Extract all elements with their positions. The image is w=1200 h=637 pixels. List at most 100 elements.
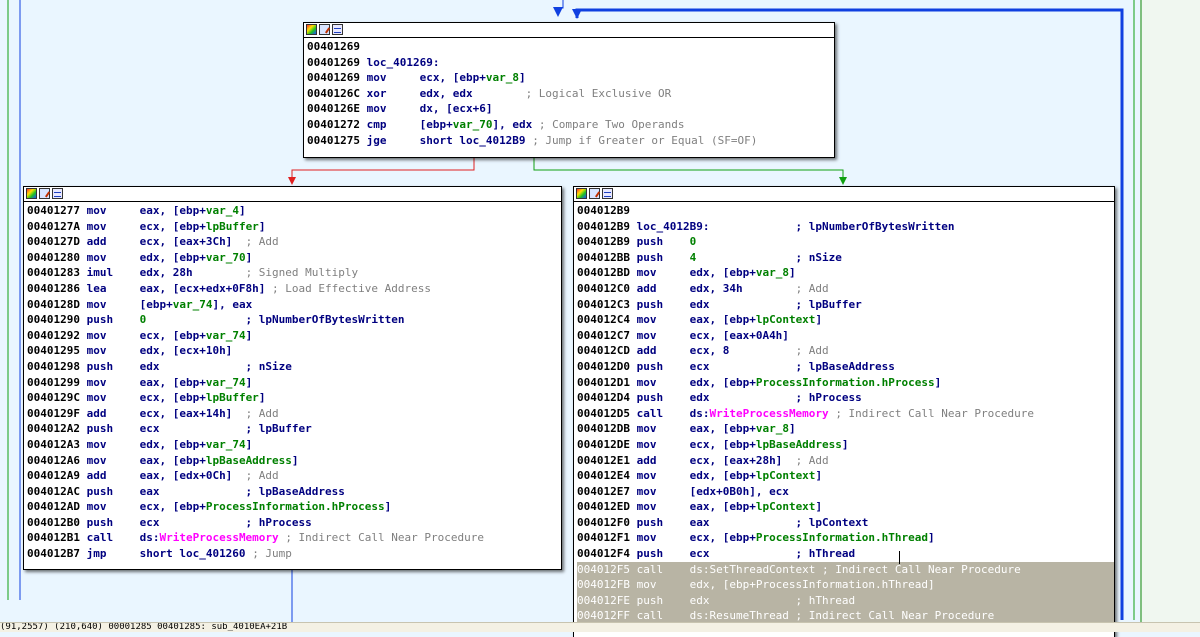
instruction-api-name[interactable]: WriteProcessMemory <box>159 531 278 544</box>
instruction-variable[interactable]: var_8 <box>756 266 789 279</box>
instruction-variable[interactable]: var_74 <box>206 329 246 342</box>
instruction-variable[interactable]: ProcessInformation.hProcess <box>756 376 935 389</box>
instruction-variable[interactable]: lpContext <box>756 500 816 513</box>
instruction-line[interactable]: 004012B0 push ecx ; hProcess <box>27 515 561 531</box>
instruction-variable[interactable]: ProcessInformation.hProcess <box>206 500 385 513</box>
instruction-variable[interactable]: lpBuffer <box>206 391 259 404</box>
instruction-line[interactable]: 004012C7 mov ecx, [eax+0A4h] <box>577 328 1114 344</box>
instruction-line[interactable]: 004012F0 push eax ; lpContext <box>577 515 1114 531</box>
instruction-line[interactable]: 00401277 mov eax, [ebp+var_4] <box>27 203 561 219</box>
instruction-line[interactable]: 00401299 mov eax, [ebp+var_74] <box>27 375 561 391</box>
instruction-line[interactable]: 004012BB push 4 ; nSize <box>577 250 1114 266</box>
instruction-variable[interactable]: ProcessInformation.hThread <box>756 531 928 544</box>
instruction-line[interactable]: 004012E7 mov [edx+0B0h], ecx <box>577 484 1114 500</box>
instruction-line[interactable]: 004012AD mov ecx, [ebp+ProcessInformatio… <box>27 499 561 515</box>
instruction-line[interactable]: 00401292 mov ecx, [ebp+var_74] <box>27 328 561 344</box>
instruction-variable[interactable]: var_70 <box>206 251 246 264</box>
instruction-line[interactable]: 0040126E mov dx, [ecx+6] <box>307 101 834 117</box>
instruction-variable[interactable]: var_8 <box>756 422 789 435</box>
instruction-variable[interactable]: lpBaseAddress <box>206 454 292 467</box>
instruction-comment: ; Add <box>245 235 279 249</box>
instruction-line[interactable]: 00401280 mov edx, [ebp+var_70] <box>27 250 561 266</box>
edit-node-icon[interactable] <box>319 24 330 35</box>
instruction-line[interactable]: 004012B9 <box>577 203 1114 219</box>
instruction-line[interactable]: 004012DB mov eax, [ebp+var_8] <box>577 421 1114 437</box>
instruction-line[interactable]: 004012D5 call ds:WriteProcessMemory ; In… <box>577 406 1114 422</box>
instruction-variable[interactable]: var_4 <box>206 204 239 217</box>
instruction-line[interactable]: 004012A3 mov edx, [ebp+var_74] <box>27 437 561 453</box>
instruction-operands: eax, [ebp+ <box>139 375 206 389</box>
instruction-line[interactable]: 004012B7 jmp short loc_401260 ; Jump <box>27 546 561 562</box>
instruction-variable[interactable]: var_8 <box>486 71 519 84</box>
instruction-api-name[interactable]: WriteProcessMemory <box>709 407 828 420</box>
graph-view-canvas[interactable]: 00401269 00401269 loc_401269: 00401269 mov… <box>0 0 1200 637</box>
instruction-line[interactable]: 004012A9 add eax, [edx+0Ch] ; Add <box>27 468 561 484</box>
instruction-line[interactable]: 0040127D add ecx, [eax+3Ch] ; Add <box>27 234 561 250</box>
instruction-line[interactable]: 00401290 push 0 ; lpNumberOfBytesWritten <box>27 312 561 328</box>
instruction-address: 004012FE <box>577 593 637 607</box>
instruction-line[interactable]: 004012FB mov edx, [ebp+ProcessInformatio… <box>577 577 1114 593</box>
instruction-variable[interactable]: var_74 <box>173 298 213 311</box>
instruction-line[interactable]: 00401269 loc_401269: <box>307 55 834 71</box>
instruction-line[interactable]: 004012D0 push ecx ; lpBaseAddress <box>577 359 1114 375</box>
instruction-address: 00401269 <box>307 55 367 69</box>
instruction-line[interactable]: 004012B1 call ds:WriteProcessMemory ; In… <box>27 530 561 546</box>
instruction-line[interactable]: 004012FE push edx ; hThread <box>577 592 1114 609</box>
instruction-line[interactable]: 0040129C mov ecx, [ebp+lpBuffer] <box>27 390 561 406</box>
instruction-line[interactable]: 0040127A mov ecx, [ebp+lpBuffer] <box>27 219 561 235</box>
instruction-variable[interactable]: lpBuffer <box>206 220 259 233</box>
instruction-line[interactable]: 004012A6 mov eax, [ebp+lpBaseAddress] <box>27 453 561 469</box>
color-palette-icon[interactable] <box>306 24 317 35</box>
instruction-line[interactable]: 004012CD add ecx, 8 ; Add <box>577 343 1114 359</box>
instruction-variable[interactable]: lpContext <box>756 313 816 326</box>
instruction-variable[interactable]: var_74 <box>206 376 246 389</box>
group-nodes-icon[interactable] <box>602 188 613 199</box>
instruction-variable[interactable]: lpBaseAddress <box>756 438 842 451</box>
instruction-line[interactable]: 0040128D mov [ebp+var_74], eax <box>27 297 561 313</box>
instruction-line[interactable]: 004012B9 push 0 <box>577 234 1114 250</box>
instruction-operands: edx ; hProcess <box>689 391 862 405</box>
instruction-line[interactable]: 004012C3 push edx ; lpBuffer <box>577 297 1114 313</box>
group-nodes-icon[interactable] <box>332 24 343 35</box>
instruction-line[interactable]: 004012C0 add edx, 34h ; Add <box>577 281 1114 297</box>
instruction-variable[interactable]: lpContext <box>756 469 816 482</box>
group-nodes-icon[interactable] <box>52 188 63 199</box>
instruction-line[interactable]: 004012BD mov edx, [ebp+var_8] <box>577 265 1114 281</box>
instruction-line[interactable]: 004012DE mov ecx, [ebp+lpBaseAddress] <box>577 437 1114 453</box>
instruction-line[interactable]: 00401298 push edx ; nSize <box>27 359 561 375</box>
instruction-line[interactable]: 004012E4 mov edx, [ebp+lpContext] <box>577 468 1114 484</box>
color-palette-icon[interactable] <box>576 188 587 199</box>
instruction-line[interactable]: 0040129F add ecx, [eax+14h] ; Add <box>27 406 561 422</box>
instruction-line[interactable]: 004012D1 mov edx, [ebp+ProcessInformatio… <box>577 375 1114 391</box>
code-block-loc-401269[interactable]: 00401269 00401269 loc_401269: 00401269 mov… <box>303 22 835 158</box>
instruction-line[interactable]: 004012E1 add ecx, [eax+28h] ; Add <box>577 453 1114 469</box>
instruction-label[interactable]: loc_4012B9: <box>637 220 710 233</box>
instruction-line[interactable]: 00401286 lea eax, [ecx+edx+0F8h] ; Load … <box>27 281 561 297</box>
instruction-line[interactable]: 0040126C xor edx, edx ; Logical Exclusiv… <box>307 86 834 102</box>
instruction-line[interactable]: 00401269 mov ecx, [ebp+var_8] <box>307 70 834 86</box>
instruction-line[interactable]: 00401269 <box>307 39 834 55</box>
instruction-label[interactable]: loc_401269: <box>367 56 440 69</box>
instruction-line[interactable]: 004012ED mov eax, [ebp+lpContext] <box>577 499 1114 515</box>
code-block-00401277[interactable]: 00401277 mov eax, [ebp+var_4] 0040127A mo… <box>23 186 562 570</box>
instruction-operands: short loc_401260 <box>139 547 253 561</box>
instruction-line[interactable]: 004012F5 call ds:SetThreadContext ; Indi… <box>577 561 1114 578</box>
instruction-line[interactable]: 004012A2 push ecx ; lpBuffer <box>27 421 561 437</box>
instruction-line[interactable]: 00401283 imul edx, 28h ; Signed Multiply <box>27 265 561 281</box>
instruction-line[interactable]: 00401275 jge short loc_4012B9 ; Jump if … <box>307 133 834 149</box>
instruction-line[interactable]: 004012C4 mov eax, [ebp+lpContext] <box>577 312 1114 328</box>
graph-overview-panel[interactable] <box>1140 0 1200 622</box>
instruction-variable[interactable]: var_74 <box>206 438 246 451</box>
instruction-line[interactable]: 004012D4 push edx ; hProcess <box>577 390 1114 406</box>
instruction-line[interactable]: 004012B9 loc_4012B9: ; lpNumberOfBytesWr… <box>577 219 1114 235</box>
instruction-line[interactable]: 004012F1 mov ecx, [ebp+ProcessInformatio… <box>577 530 1114 546</box>
instruction-variable[interactable]: var_70 <box>453 118 493 131</box>
instruction-line[interactable]: 004012F4 push ecx ; hThread <box>577 546 1114 562</box>
edit-node-icon[interactable] <box>589 188 600 199</box>
edit-node-icon[interactable] <box>39 188 50 199</box>
instruction-line[interactable]: 004012AC push eax ; lpBaseAddress <box>27 484 561 500</box>
code-block-loc-4012B9[interactable]: 004012B9 004012B9 loc_4012B9: ; lpNumberO… <box>573 186 1115 637</box>
instruction-line[interactable]: 00401272 cmp [ebp+var_70], edx ; Compare… <box>307 117 834 133</box>
color-palette-icon[interactable] <box>26 188 37 199</box>
instruction-line[interactable]: 00401295 mov edx, [ecx+10h] <box>27 343 561 359</box>
